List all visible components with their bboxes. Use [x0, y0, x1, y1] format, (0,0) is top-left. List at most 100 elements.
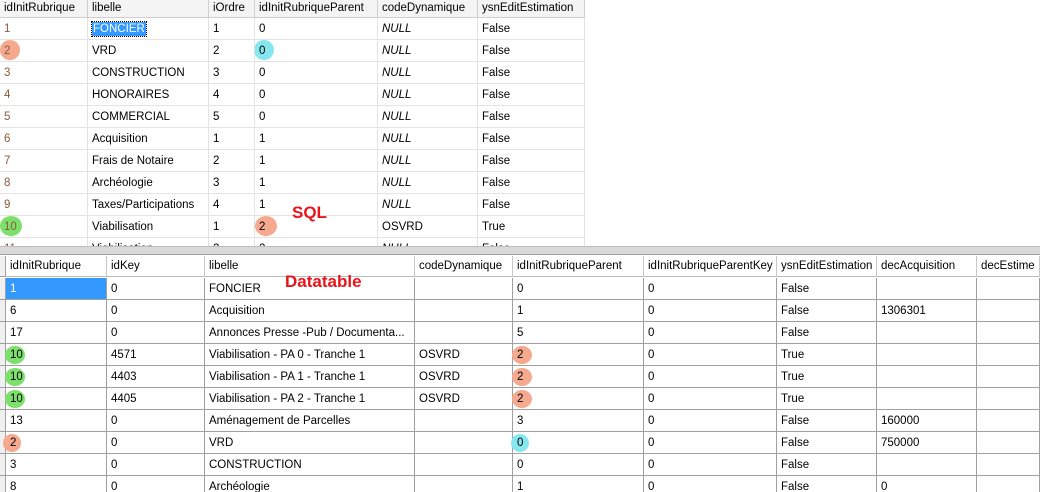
- datatable-column-header[interactable]: ysnEditEstimation: [777, 256, 877, 277]
- sql-cell[interactable]: 3: [209, 172, 255, 194]
- sql-cell[interactable]: 5: [209, 106, 255, 128]
- sql-cell[interactable]: Archéologie: [88, 172, 209, 194]
- datatable-cell[interactable]: [415, 476, 513, 492]
- sql-cell[interactable]: 1: [255, 172, 378, 194]
- sql-cell[interactable]: False: [478, 40, 585, 62]
- sql-cell[interactable]: OSVRD: [378, 216, 478, 238]
- sql-cell[interactable]: NULL: [378, 194, 478, 216]
- datatable-cell[interactable]: 0: [107, 300, 205, 322]
- datatable-cell[interactable]: True: [777, 344, 877, 366]
- sql-cell[interactable]: Taxes/Participations: [88, 194, 209, 216]
- datatable-cell[interactable]: OSVRD: [415, 388, 513, 410]
- sql-cell[interactable]: 2: [209, 238, 255, 246]
- sql-cell[interactable]: 0: [255, 40, 378, 62]
- sql-cell[interactable]: False: [478, 106, 585, 128]
- datatable-cell[interactable]: [877, 388, 977, 410]
- datatable-cell[interactable]: 6: [6, 300, 107, 322]
- datatable-cell[interactable]: Viabilisation - PA 1 - Tranche 1: [205, 366, 415, 388]
- sql-cell[interactable]: 2: [209, 150, 255, 172]
- datatable-cell[interactable]: [415, 454, 513, 476]
- sql-cell[interactable]: Acquisition: [88, 128, 209, 150]
- datatable-cell[interactable]: 3: [6, 454, 107, 476]
- datatable-column-header[interactable]: idInitRubrique: [6, 256, 107, 277]
- datatable-column-header[interactable]: idInitRubriqueParent: [513, 256, 644, 277]
- datatable-cell[interactable]: 750000: [877, 432, 977, 454]
- sql-cell[interactable]: 3: [209, 62, 255, 84]
- datatable-cell[interactable]: [877, 454, 977, 476]
- datatable-cell[interactable]: [877, 278, 977, 300]
- datatable-cell[interactable]: Viabilisation - PA 2 - Tranche 1: [205, 388, 415, 410]
- datatable-cell[interactable]: 2: [513, 344, 644, 366]
- datatable-cell[interactable]: 0: [644, 344, 777, 366]
- datatable-cell[interactable]: 0: [513, 278, 644, 300]
- sql-cell[interactable]: 1: [209, 18, 255, 40]
- datatable-cell[interactable]: VRD: [205, 432, 415, 454]
- datatable-grid[interactable]: idInitRubrique idKey libelle codeDynamique i…: [0, 256, 1040, 492]
- datatable-column-header[interactable]: decAcquisition: [877, 256, 977, 277]
- sql-cell[interactable]: NULL: [378, 238, 478, 246]
- datatable-cell[interactable]: 0: [513, 432, 644, 454]
- datatable-cell[interactable]: 0: [107, 410, 205, 432]
- datatable-column-header[interactable]: idInitRubriqueParentKey: [644, 256, 777, 277]
- sql-cell[interactable]: COMMERCIAL: [88, 106, 209, 128]
- datatable-cell[interactable]: 0: [107, 278, 205, 300]
- sql-cell[interactable]: 0: [255, 106, 378, 128]
- datatable-cell[interactable]: Annonces Presse -Pub / Documenta...: [205, 322, 415, 344]
- datatable-cell[interactable]: [977, 344, 1040, 366]
- datatable-cell[interactable]: Aménagement de Parcelles: [205, 410, 415, 432]
- datatable-cell[interactable]: [877, 366, 977, 388]
- sql-cell[interactable]: 2: [209, 40, 255, 62]
- sql-cell[interactable]: False: [478, 172, 585, 194]
- datatable-cell[interactable]: [977, 432, 1040, 454]
- sql-cell[interactable]: NULL: [378, 18, 478, 40]
- datatable-cell[interactable]: 0: [107, 476, 205, 492]
- sql-cell[interactable]: 4: [209, 194, 255, 216]
- sql-cell[interactable]: 4: [209, 84, 255, 106]
- sql-cell[interactable]: NULL: [378, 84, 478, 106]
- datatable-cell[interactable]: [415, 432, 513, 454]
- datatable-cell[interactable]: 0: [644, 322, 777, 344]
- datatable-cell[interactable]: 0: [107, 454, 205, 476]
- sql-cell[interactable]: True: [478, 216, 585, 238]
- datatable-cell[interactable]: 0: [644, 366, 777, 388]
- sql-cell[interactable]: 1: [255, 128, 378, 150]
- sql-cell[interactable]: NULL: [378, 106, 478, 128]
- sql-cell[interactable]: Viabilisation: [88, 216, 209, 238]
- sql-cell[interactable]: 0: [255, 62, 378, 84]
- sql-cell[interactable]: 1: [209, 216, 255, 238]
- datatable-cell[interactable]: False: [777, 476, 877, 492]
- datatable-cell[interactable]: [415, 300, 513, 322]
- sql-cell[interactable]: 0: [255, 18, 378, 40]
- datatable-cell[interactable]: 4571: [107, 344, 205, 366]
- datatable-cell[interactable]: [977, 300, 1040, 322]
- datatable-cell[interactable]: 4405: [107, 388, 205, 410]
- sql-cell[interactable]: 9: [0, 194, 88, 216]
- sql-cell[interactable]: NULL: [378, 128, 478, 150]
- sql-cell[interactable]: 8: [0, 172, 88, 194]
- datatable-cell[interactable]: False: [777, 410, 877, 432]
- sql-cell[interactable]: 4: [0, 84, 88, 106]
- sql-cell[interactable]: 2: [255, 238, 378, 246]
- datatable-cell[interactable]: OSVRD: [415, 366, 513, 388]
- sql-cell[interactable]: Viabilisation: [88, 238, 209, 246]
- datatable-cell[interactable]: 1: [513, 476, 644, 492]
- sql-cell[interactable]: 1: [209, 128, 255, 150]
- sql-cell[interactable]: NULL: [378, 150, 478, 172]
- datatable-cell[interactable]: 0: [644, 432, 777, 454]
- datatable-cell[interactable]: False: [777, 278, 877, 300]
- sql-column-header[interactable]: iOrdre: [209, 0, 255, 18]
- datatable-cell[interactable]: OSVRD: [415, 344, 513, 366]
- datatable-cell[interactable]: Archéologie: [205, 476, 415, 492]
- datatable-cell[interactable]: [877, 344, 977, 366]
- sql-column-header[interactable]: libelle: [88, 0, 209, 18]
- datatable-cell[interactable]: True: [777, 388, 877, 410]
- datatable-column-header[interactable]: idKey: [107, 256, 205, 277]
- datatable-cell[interactable]: [977, 410, 1040, 432]
- datatable-cell[interactable]: [977, 476, 1040, 492]
- datatable-cell[interactable]: 0: [644, 278, 777, 300]
- datatable-column-header[interactable]: decEstime: [977, 256, 1040, 277]
- datatable-cell[interactable]: False: [777, 432, 877, 454]
- sql-cell[interactable]: 5: [0, 106, 88, 128]
- sql-cell[interactable]: FONCIER: [88, 18, 209, 40]
- sql-cell[interactable]: 6: [0, 128, 88, 150]
